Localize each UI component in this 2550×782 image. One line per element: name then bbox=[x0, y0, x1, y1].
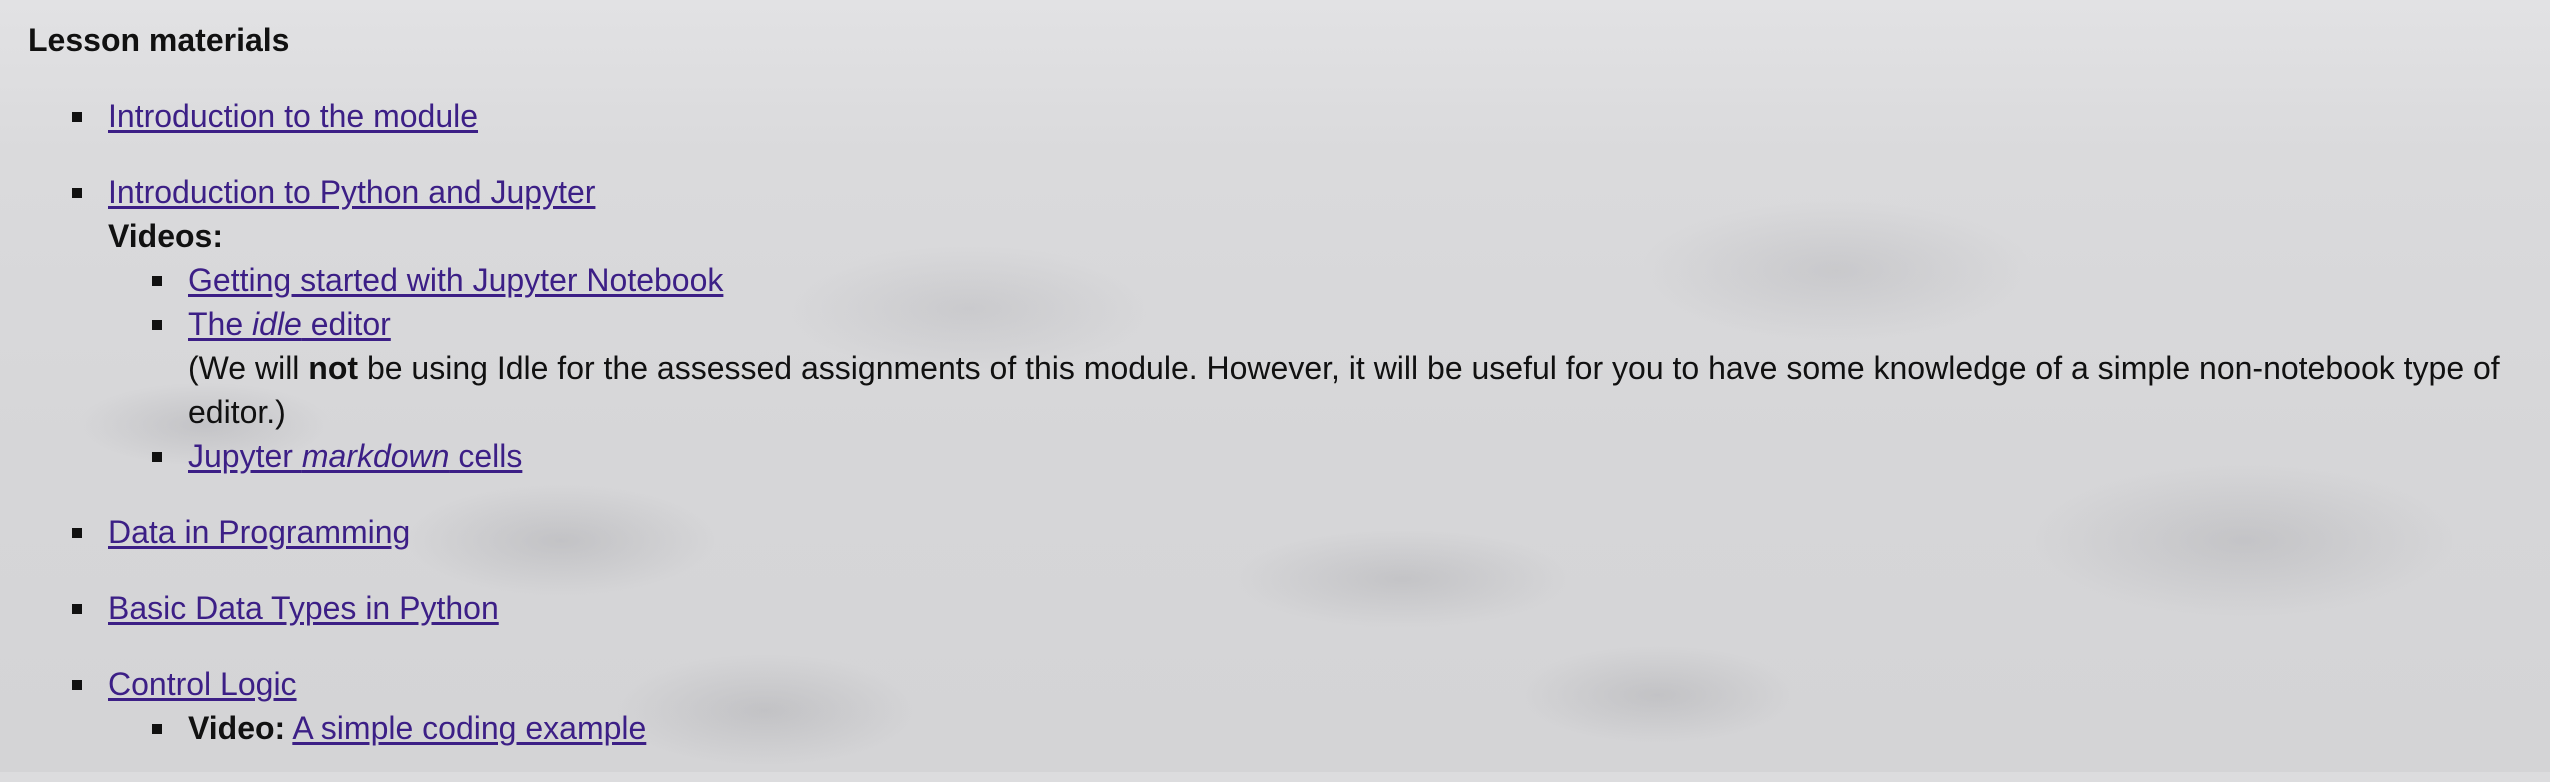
link-basic-types[interactable]: Basic Data Types in Python bbox=[108, 590, 499, 626]
list-item: Control Logic Video: A simple coding exa… bbox=[72, 662, 2534, 750]
video-list: Video: A simple coding example bbox=[108, 706, 2534, 750]
link-data-programming[interactable]: Data in Programming bbox=[108, 514, 410, 550]
list-item: Introduction to the module bbox=[72, 94, 2534, 138]
note-text: (We will bbox=[188, 350, 309, 386]
link-text-emphasis: markdown bbox=[301, 438, 450, 474]
lesson-materials-section: Lesson materials Introduction to the mod… bbox=[28, 18, 2534, 782]
link-control-logic[interactable]: Control Logic bbox=[108, 666, 297, 702]
link-intro-python[interactable]: Introduction to Python and Jupyter bbox=[108, 174, 595, 210]
list-item: Introduction to Python and Jupyter Video… bbox=[72, 170, 2534, 478]
bullet-icon bbox=[152, 452, 162, 462]
link-intro-module[interactable]: Introduction to the module bbox=[108, 98, 478, 134]
idle-note: (We will not be using Idle for the asses… bbox=[188, 346, 2534, 434]
bullet-icon bbox=[72, 604, 82, 614]
video-label: Video: bbox=[188, 710, 286, 746]
bullet-icon bbox=[152, 276, 162, 286]
section-heading: Lesson materials bbox=[28, 22, 290, 58]
list-item: Basic Data Types in Python bbox=[72, 586, 2534, 630]
list-item: Jupyter markdown cells bbox=[152, 434, 2534, 478]
bullet-icon bbox=[152, 724, 162, 734]
link-video-jupyter[interactable]: Getting started with Jupyter Notebook bbox=[188, 262, 723, 298]
bullet-icon bbox=[152, 320, 162, 330]
link-text: The bbox=[188, 306, 253, 342]
list-item: Getting started with Jupyter Notebook bbox=[152, 258, 2534, 302]
link-text: cells bbox=[449, 438, 523, 474]
note-text: be using Idle for the assessed assignmen… bbox=[188, 350, 2500, 430]
list-item: Video: A simple coding example bbox=[152, 706, 2534, 750]
link-video-markdown[interactable]: Jupyter markdown cells bbox=[188, 438, 522, 474]
link-video-coding[interactable]: A simple coding example bbox=[292, 710, 646, 746]
list-item: Data in Programming bbox=[72, 510, 2534, 554]
lesson-list: Introduction to the module Introduction … bbox=[28, 94, 2534, 750]
videos-label: Videos: bbox=[108, 218, 223, 254]
link-video-idle[interactable]: The idle editor bbox=[188, 306, 391, 342]
link-text-emphasis: idle bbox=[252, 306, 302, 342]
bullet-icon bbox=[72, 188, 82, 198]
note-bold-text: not bbox=[308, 350, 359, 386]
list-item: The idle editor (We will not be using Id… bbox=[152, 302, 2534, 434]
video-list: Getting started with Jupyter Notebook Th… bbox=[108, 258, 2534, 478]
bullet-icon bbox=[72, 112, 82, 122]
link-text: editor bbox=[301, 306, 391, 342]
bullet-icon bbox=[72, 680, 82, 690]
link-text: Jupyter bbox=[188, 438, 302, 474]
bullet-icon bbox=[72, 528, 82, 538]
